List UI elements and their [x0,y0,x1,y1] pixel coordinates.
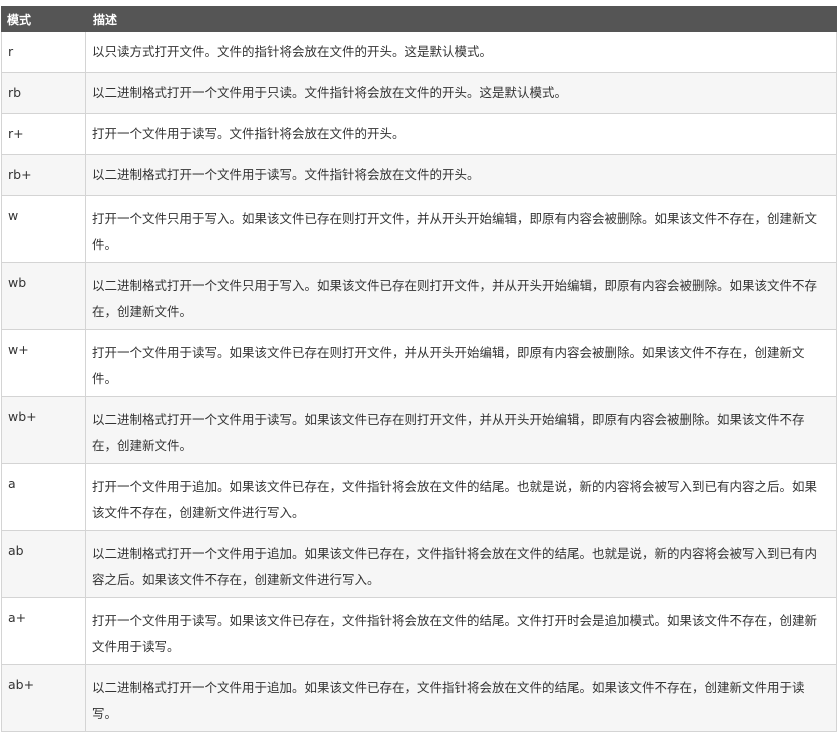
mode-text: wb [8,275,27,290]
header-mode: 模式 [1,6,86,32]
mode-cell: ab+ [1,664,86,732]
description-cell: 打开一个文件用于追加。如果该文件已存在，文件指针将会放在文件的结尾。也就是说，新… [85,463,837,531]
mode-text: w+ [8,342,29,357]
description-cell: 以二进制格式打开一个文件用于读写。文件指针将会放在文件的开头。 [85,154,837,196]
description-text: 以二进制格式打开一个文件用于只读。文件指针将会放在文件的开头。这是默认模式。 [92,85,568,100]
mode-cell: a [1,463,86,531]
table-row: rb 以二进制格式打开一个文件用于只读。文件指针将会放在文件的开头。这是默认模式… [1,72,837,114]
description-cell: 打开一个文件只用于写入。如果该文件已存在则打开文件，并从开头开始编辑，即原有内容… [85,195,837,263]
mode-cell: rb+ [1,154,86,196]
mode-cell: ab [1,530,86,598]
mode-cell: wb+ [1,396,86,464]
table-row: a+ 打开一个文件用于读写。如果该文件已存在，文件指针将会放在文件的结尾。文件打… [1,597,837,665]
description-text: 以二进制格式打开一个文件只用于写入。如果该文件已存在则打开文件，并从开头开始编辑… [92,278,818,319]
table-row: wb 以二进制格式打开一个文件只用于写入。如果该文件已存在则打开文件，并从开头开… [1,262,837,330]
mode-text: wb+ [8,409,37,424]
mode-text: rb+ [8,167,32,182]
description-text: 打开一个文件只用于写入。如果该文件已存在则打开文件，并从开头开始编辑，即原有内容… [92,211,818,252]
mode-text: r+ [8,126,24,141]
table-row: ab 以二进制格式打开一个文件用于追加。如果该文件已存在，文件指针将会放在文件的… [1,530,837,598]
description-cell: 以二进制格式打开一个文件用于读写。如果该文件已存在则打开文件，并从开头开始编辑，… [85,396,837,464]
description-text: 打开一个文件用于读写。如果该文件已存在，文件指针将会放在文件的结尾。文件打开时会… [92,613,818,654]
description-text: 打开一个文件用于读写。文件指针将会放在文件的开头。 [92,126,405,141]
file-mode-table-container: 模式 描述 r 以只读方式打开文件。文件的指针将会放在文件的开头。这是默认模式。… [1,6,837,732]
mode-cell: r+ [1,113,86,155]
description-cell: 以二进制格式打开一个文件用于追加。如果该文件已存在，文件指针将会放在文件的结尾。… [85,530,837,598]
table-row: r+ 打开一个文件用于读写。文件指针将会放在文件的开头。 [1,113,837,155]
table-row: a 打开一个文件用于追加。如果该文件已存在，文件指针将会放在文件的结尾。也就是说… [1,463,837,531]
mode-cell: rb [1,72,86,114]
mode-text: a [8,476,16,491]
table-row: w+ 打开一个文件用于读写。如果该文件已存在则打开文件，并从开头开始编辑，即原有… [1,329,837,397]
table-row: ab+ 以二进制格式打开一个文件用于追加。如果该文件已存在，文件指针将会放在文件… [1,664,837,732]
mode-cell: wb [1,262,86,330]
description-text: 以只读方式打开文件。文件的指针将会放在文件的开头。这是默认模式。 [92,44,493,59]
mode-cell: r [1,31,86,73]
description-text: 以二进制格式打开一个文件用于追加。如果该文件已存在，文件指针将会放在文件的结尾。… [92,546,818,587]
table-row: rb+ 以二进制格式打开一个文件用于读写。文件指针将会放在文件的开头。 [1,154,837,196]
mode-text: r [8,44,14,59]
table-header-row: 模式 描述 [1,6,837,32]
description-cell: 以二进制格式打开一个文件只用于写入。如果该文件已存在则打开文件，并从开头开始编辑… [85,262,837,330]
description-cell: 以二进制格式打开一个文件用于追加。如果该文件已存在，文件指针将会放在文件的结尾。… [85,664,837,732]
description-text: 打开一个文件用于追加。如果该文件已存在，文件指针将会放在文件的结尾。也就是说，新… [92,479,818,520]
description-cell: 以二进制格式打开一个文件用于只读。文件指针将会放在文件的开头。这是默认模式。 [85,72,837,114]
table-row: w 打开一个文件只用于写入。如果该文件已存在则打开文件，并从开头开始编辑，即原有… [1,195,837,263]
description-cell: 以只读方式打开文件。文件的指针将会放在文件的开头。这是默认模式。 [85,31,837,73]
description-text: 打开一个文件用于读写。如果该文件已存在则打开文件，并从开头开始编辑，即原有内容会… [92,345,805,386]
table-row: wb+ 以二进制格式打开一个文件用于读写。如果该文件已存在则打开文件，并从开头开… [1,396,837,464]
description-cell: 打开一个文件用于读写。如果该文件已存在则打开文件，并从开头开始编辑，即原有内容会… [85,329,837,397]
mode-text: ab [8,543,24,558]
mode-cell: a+ [1,597,86,665]
mode-text: a+ [8,610,27,625]
mode-text: ab+ [8,677,35,692]
description-text: 以二进制格式打开一个文件用于读写。文件指针将会放在文件的开头。 [92,167,480,182]
description-text: 以二进制格式打开一个文件用于读写。如果该文件已存在则打开文件，并从开头开始编辑，… [92,412,805,453]
description-text: 以二进制格式打开一个文件用于追加。如果该文件已存在，文件指针将会放在文件的结尾。… [92,680,805,721]
mode-cell: w [1,195,86,263]
description-cell: 打开一个文件用于读写。如果该文件已存在，文件指针将会放在文件的结尾。文件打开时会… [85,597,837,665]
table-row: r 以只读方式打开文件。文件的指针将会放在文件的开头。这是默认模式。 [1,31,837,73]
mode-text: rb [8,85,22,100]
file-mode-table: 模式 描述 r 以只读方式打开文件。文件的指针将会放在文件的开头。这是默认模式。… [1,6,837,732]
header-description: 描述 [85,6,837,32]
description-cell: 打开一个文件用于读写。文件指针将会放在文件的开头。 [85,113,837,155]
mode-text: w [8,208,19,223]
mode-cell: w+ [1,329,86,397]
